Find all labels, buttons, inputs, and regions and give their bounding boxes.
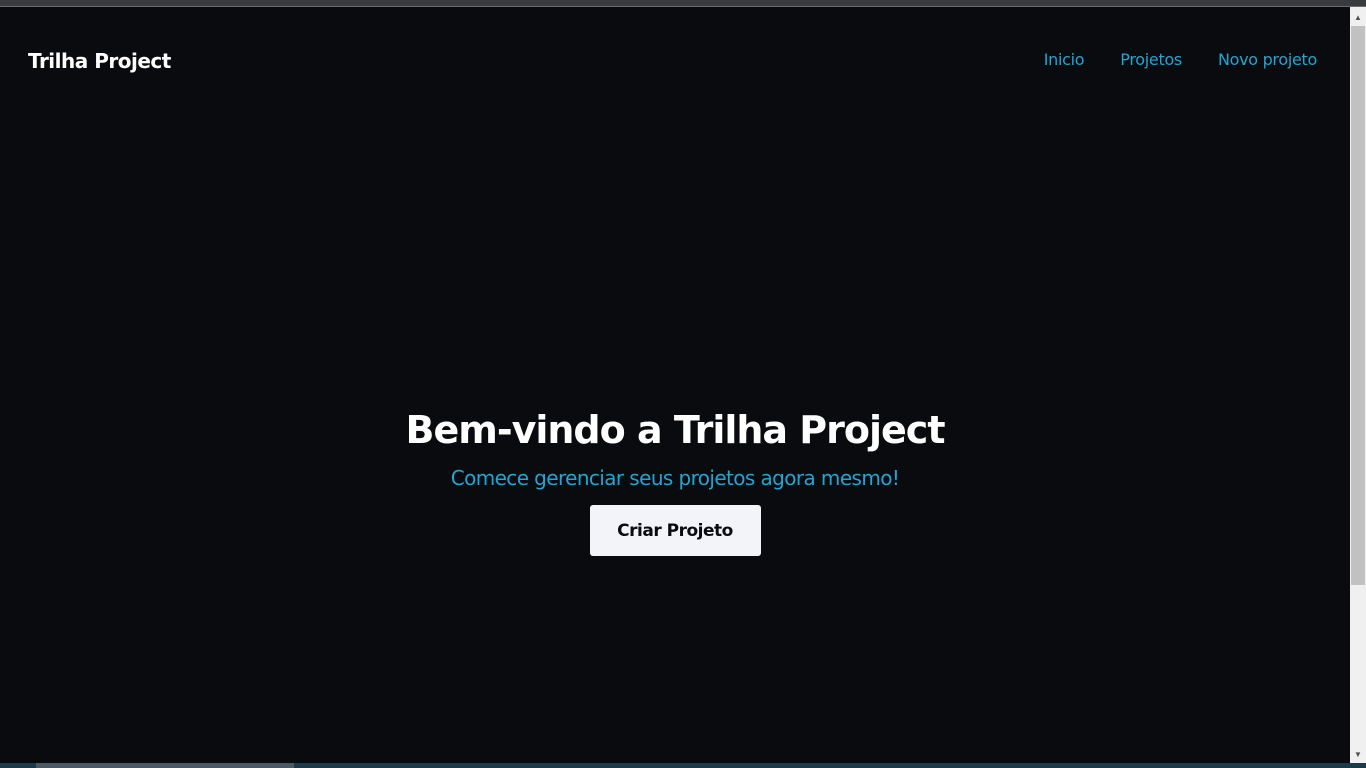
- main-nav: Inicio Projetos Novo projeto: [1044, 47, 1318, 71]
- create-project-button[interactable]: Criar Projeto: [589, 505, 761, 556]
- scroll-down-arrow-icon[interactable]: ▼: [1350, 746, 1366, 763]
- scroll-up-arrow-icon[interactable]: ▲: [1350, 9, 1366, 26]
- taskbar-item[interactable]: [36, 763, 294, 768]
- vertical-scrollbar[interactable]: ▲ ▼: [1350, 7, 1366, 763]
- hero-subtitle: Comece gerenciar seus projetos agora mes…: [450, 466, 900, 490]
- brand-logo[interactable]: Trilha Project: [28, 47, 171, 75]
- nav-link-projetos[interactable]: Projetos: [1120, 50, 1182, 69]
- nav-link-inicio[interactable]: Inicio: [1044, 50, 1085, 69]
- taskbar: [0, 763, 1366, 768]
- nav-link-novo-projeto[interactable]: Novo projeto: [1218, 50, 1317, 69]
- hero-section: Bem-vindo a Trilha Project Comece gerenc…: [0, 405, 1350, 556]
- window-top-edge: [0, 0, 1366, 7]
- hero-title: Bem-vindo a Trilha Project: [405, 408, 945, 452]
- scroll-thumb[interactable]: [1351, 26, 1365, 585]
- page-viewport: Trilha Project Inicio Projetos Novo proj…: [0, 7, 1350, 763]
